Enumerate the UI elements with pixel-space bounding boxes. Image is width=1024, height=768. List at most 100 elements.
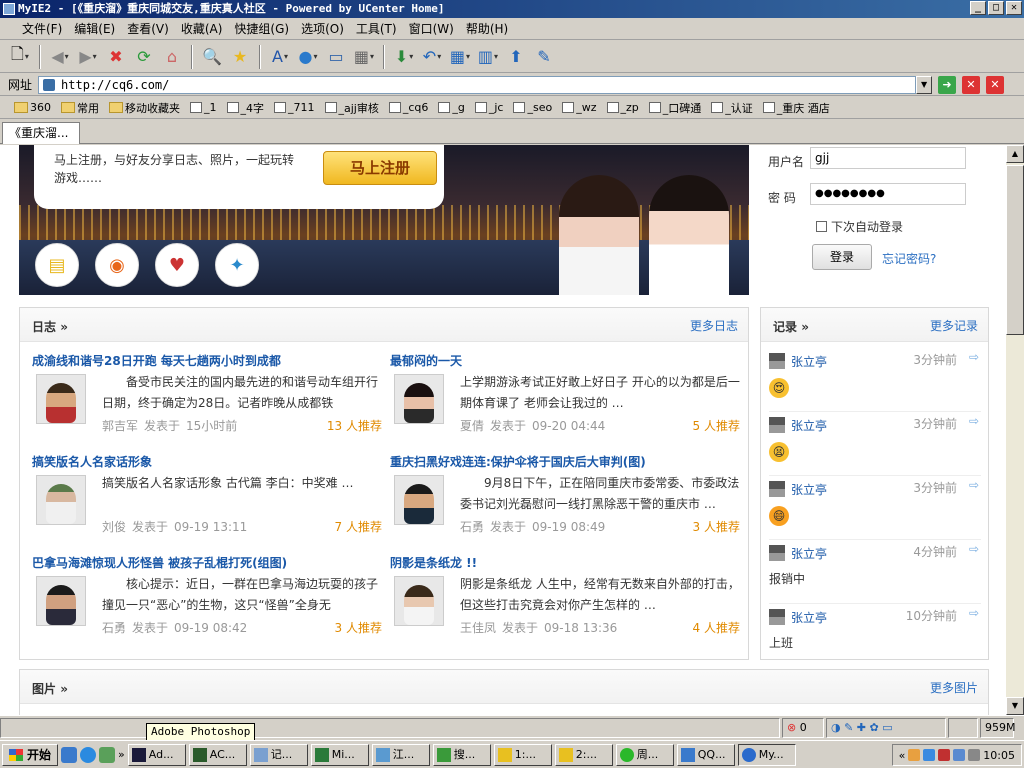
menu-edit[interactable]: 编辑(E) [68, 19, 121, 39]
post-author[interactable]: 石勇 [460, 520, 484, 534]
grid-icon[interactable]: ▦ [448, 45, 472, 69]
record-author[interactable]: 张立亭 [791, 481, 827, 498]
chat-icon[interactable]: ▤ [35, 243, 79, 287]
tab-cq6[interactable]: 《重庆溜... [2, 122, 80, 144]
address-dropdown-button[interactable]: ▼ [916, 75, 933, 94]
favorite-link[interactable]: _重庆 酒店 [762, 100, 830, 116]
window-icon[interactable]: ▭ [324, 45, 348, 69]
forgot-password-link[interactable]: 忘记密码? [882, 250, 936, 267]
quicklaunch-more-icon[interactable]: » [118, 748, 125, 761]
share-icon[interactable]: ⇨ [969, 542, 979, 556]
menu-file[interactable]: 文件(F) [16, 19, 68, 39]
task-myie[interactable]: My... [737, 743, 796, 766]
globe-icon[interactable]: ● [296, 45, 320, 69]
maximize-button[interactable]: □ [988, 1, 1004, 15]
new-page-icon[interactable]: 🗋 [8, 44, 32, 69]
volume-icon[interactable] [968, 749, 981, 761]
scroll-up-button[interactable]: ▲ [1006, 145, 1024, 163]
error-count[interactable]: ⊗ 0 [782, 717, 824, 738]
back-icon[interactable]: ◀ [48, 45, 72, 69]
task-chat-1[interactable]: 1:... [493, 743, 552, 766]
show-desktop-icon[interactable] [61, 746, 78, 763]
task-acdsee[interactable]: AC... [188, 743, 247, 766]
records-title[interactable]: 记录 [773, 318, 809, 335]
post-recommend-count[interactable]: 5 人推荐 [693, 417, 740, 434]
post-author[interactable]: 夏倩 [460, 419, 484, 433]
favorites-star-icon[interactable]: ★ [228, 45, 252, 69]
download-icon[interactable]: ⬇ [392, 45, 416, 69]
more-photos-link[interactable]: 更多图片 [930, 679, 978, 696]
favorite-link[interactable]: _jc [474, 101, 503, 114]
post-thumbnail[interactable] [394, 576, 444, 626]
menu-favorites[interactable]: 收藏(A) [175, 19, 229, 39]
menu-window[interactable]: 窗口(W) [403, 19, 460, 39]
register-button[interactable]: 马上注册 [323, 151, 437, 185]
favorite-link[interactable]: _wz [562, 101, 597, 114]
record-author[interactable]: 张立亭 [791, 417, 827, 434]
avatar[interactable] [769, 481, 785, 497]
post-title[interactable]: 成渝线和谐号28日开跑 每天七趟两小时到成都 [32, 352, 281, 369]
status-tools[interactable]: ◑ ✎ ✚ ✿ ▭ [826, 717, 946, 738]
address-input[interactable]: http://cq6.com/ [38, 75, 917, 94]
task-excel[interactable]: Mi... [310, 743, 369, 766]
favorite-link[interactable]: _ajj审核 [324, 100, 379, 116]
tray-qq-icon[interactable] [923, 749, 936, 761]
favorite-link[interactable]: _口碑通 [648, 100, 701, 116]
favorite-link[interactable]: _cq6 [388, 101, 428, 114]
post-title[interactable]: 阴影是条纸龙 !! [390, 554, 477, 571]
apps-icon[interactable]: ✦ [215, 243, 259, 287]
tray-app-icon[interactable] [938, 749, 951, 761]
post-thumbnail[interactable] [36, 576, 86, 626]
favorite-link[interactable]: _711 [274, 101, 315, 114]
post-title[interactable]: 重庆扫黑好戏连连:保护伞将于国庆后大审判(图) [390, 453, 646, 470]
post-title[interactable]: 巴拿马海滩惊现人形怪兽 被孩子乱棍打死(组图) [32, 554, 287, 571]
record-author[interactable]: 张立亭 [791, 609, 827, 626]
cards-icon[interactable]: ♥ [155, 243, 199, 287]
scroll-thumb[interactable] [1006, 165, 1024, 335]
tray-hi-icon[interactable] [953, 749, 966, 761]
record-author[interactable]: 张立亭 [791, 545, 827, 562]
home-icon[interactable]: ⌂ [160, 45, 184, 69]
task-chat-2[interactable]: 2:... [554, 743, 613, 766]
menu-tools[interactable]: 工具(T) [350, 19, 403, 39]
minimize-button[interactable]: _ [970, 1, 986, 15]
post-recommend-count[interactable]: 3 人推荐 [335, 619, 382, 636]
favorite-link[interactable]: _seo [513, 101, 552, 114]
post-thumbnail[interactable] [394, 374, 444, 424]
more-blogs-link[interactable]: 更多日志 [690, 317, 738, 334]
favorite-link[interactable]: _认证 [711, 100, 753, 116]
close-all-icon[interactable]: ✕ [986, 75, 1005, 94]
close-tab-icon[interactable]: ✕ [962, 75, 981, 94]
post-author[interactable]: 石勇 [102, 621, 126, 635]
post-thumbnail[interactable] [36, 374, 86, 424]
clean-icon[interactable]: ▦ [352, 45, 376, 69]
post-title[interactable]: 搞笑版名人名家话形象 [32, 453, 152, 470]
login-button[interactable]: 登录 [812, 244, 872, 270]
upload-icon[interactable]: ⬆ [504, 45, 528, 69]
post-title[interactable]: 最郁闷的一天 [390, 352, 462, 369]
blog-title[interactable]: 日志 [32, 318, 68, 335]
favorite-folder-360[interactable]: 360 [14, 101, 51, 114]
start-button[interactable]: 开始 [2, 743, 59, 766]
go-arrow-icon[interactable]: ➜ [938, 75, 957, 94]
share-icon[interactable]: ⇨ [969, 606, 979, 620]
task-notepad[interactable]: 记... [249, 743, 308, 766]
close-button[interactable]: ✕ [1006, 1, 1022, 15]
undo-icon[interactable]: ↶ [420, 45, 444, 69]
photos-title[interactable]: 图片 [32, 680, 68, 697]
favorite-link[interactable]: _g [438, 101, 465, 114]
menu-options[interactable]: 选项(O) [295, 19, 350, 39]
post-author[interactable]: 王佳凤 [460, 621, 496, 635]
menu-view[interactable]: 查看(V) [121, 19, 175, 39]
favorite-link[interactable]: _1 [190, 101, 217, 114]
search-icon[interactable]: 🔍 [200, 45, 224, 69]
avatar[interactable] [769, 545, 785, 561]
avatar[interactable] [769, 609, 785, 625]
messenger-icon[interactable] [99, 746, 116, 763]
avatar[interactable] [769, 417, 785, 433]
favorite-folder-common[interactable]: 常用 [61, 100, 99, 116]
avatar[interactable] [769, 353, 785, 369]
post-thumbnail[interactable] [394, 475, 444, 525]
share-icon[interactable]: ⇨ [969, 478, 979, 492]
menu-help[interactable]: 帮助(H) [460, 19, 514, 39]
